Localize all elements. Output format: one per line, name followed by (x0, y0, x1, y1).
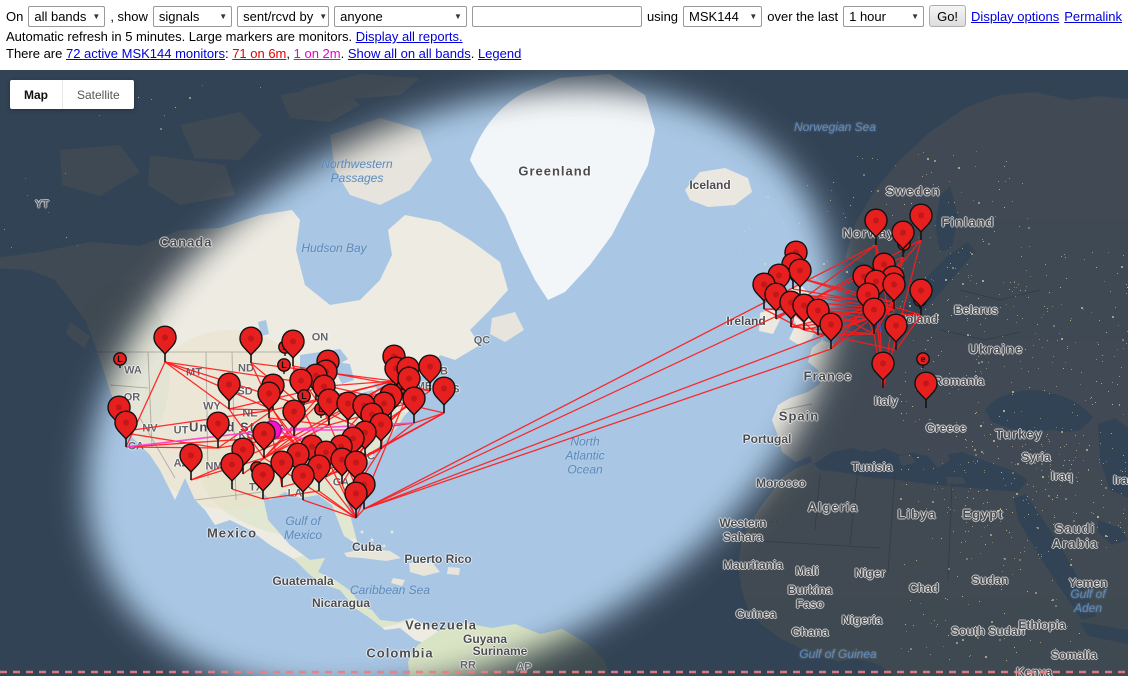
refresh-status-text: Automatic refresh in 5 minutes. Large ma… (6, 29, 356, 44)
period-select[interactable]: 1 hour▼ (843, 6, 924, 27)
over-the-last-label: over the last (767, 9, 838, 24)
svg-text:e: e (920, 354, 925, 364)
permalink-link[interactable]: Permalink (1064, 9, 1122, 24)
chevron-down-icon: ▼ (911, 12, 919, 21)
monitor-marker-6m[interactable] (789, 259, 811, 295)
monitor-marker-6m[interactable] (910, 279, 932, 315)
chevron-down-icon: ▼ (92, 12, 100, 21)
chevron-down-icon: ▼ (749, 12, 757, 21)
callsign-input[interactable] (472, 6, 642, 27)
monitor-marker-6m[interactable] (345, 482, 367, 518)
show-label: , show (110, 9, 148, 24)
monitor-marker-6m[interactable] (271, 451, 293, 487)
monitor-marker-6m[interactable] (820, 313, 842, 349)
band-select[interactable]: all bands▼ (28, 6, 105, 27)
monitor-marker-6m[interactable] (292, 464, 314, 500)
monitor-marker-6m[interactable] (218, 373, 240, 409)
punctuation: . (341, 46, 348, 61)
chevron-down-icon: ▼ (454, 12, 462, 21)
satellite-view-button[interactable]: Satellite (63, 80, 134, 109)
monitor-marker-6m[interactable] (240, 327, 262, 363)
monitor-marker-6m[interactable] (180, 444, 202, 480)
mode-select[interactable]: MSK144▼ (683, 6, 762, 27)
monitor-marker-6m[interactable] (154, 326, 176, 362)
markers-layer: LLeLLeLLLLLee (0, 70, 1128, 676)
monitor-marker-6m[interactable] (872, 352, 894, 388)
monitors-6m-link[interactable]: 71 on 6m (232, 46, 286, 61)
monitor-marker-6m[interactable] (258, 382, 280, 418)
monitor-marker-6m[interactable] (252, 463, 274, 499)
world-map[interactable]: CanadaYTONQCNBMENSNDSDNEKSWAMTORWYNVUTCA… (0, 70, 1128, 676)
monitor-marker-6m[interactable] (892, 221, 914, 257)
monitor-marker-6m[interactable] (221, 453, 243, 489)
map-type-control: Map Satellite (10, 80, 134, 109)
punctuation: , (286, 46, 293, 61)
active-monitors-link[interactable]: 72 active MSK144 monitors (66, 46, 225, 61)
monitor-marker-6m[interactable] (115, 411, 137, 447)
map-view-button[interactable]: Map (10, 80, 63, 109)
monitor-marker-6m[interactable] (885, 314, 907, 350)
monitors-2m-link[interactable]: 1 on 2m (294, 46, 341, 61)
show-mode-select[interactable]: signals▼ (153, 6, 232, 27)
sent-rcvd-select[interactable]: sent/rcvd by▼ (237, 6, 329, 27)
svg-text:L: L (301, 391, 307, 401)
toolbar: On all bands▼ , show signals▼ sent/rcvd … (0, 0, 1128, 70)
svg-text:L: L (117, 354, 123, 364)
legend-link[interactable]: Legend (478, 46, 521, 61)
monitor-marker-6m[interactable] (433, 377, 455, 413)
display-all-reports-link[interactable]: Display all reports. (356, 29, 463, 44)
svg-text:L: L (281, 360, 287, 370)
report-marker[interactable]: L (114, 353, 126, 368)
monitor-marker-6m[interactable] (207, 412, 229, 448)
report-marker[interactable]: L (278, 359, 290, 374)
monitor-marker-6m[interactable] (283, 400, 305, 436)
monitor-marker-6m[interactable] (253, 422, 275, 458)
show-all-bands-link[interactable]: Show all on all bands (348, 46, 471, 61)
monitor-marker-6m[interactable] (865, 209, 887, 245)
monitor-marker-6m[interactable] (318, 389, 340, 425)
monitors-prefix: There are (6, 46, 66, 61)
go-button[interactable]: Go! (929, 5, 966, 27)
display-options-link[interactable]: Display options (971, 9, 1059, 24)
chevron-down-icon: ▼ (319, 12, 327, 21)
punctuation: . (471, 46, 478, 61)
monitor-marker-6m[interactable] (863, 298, 885, 334)
on-label: On (6, 9, 23, 24)
monitor-marker-6m[interactable] (883, 273, 905, 309)
monitor-marker-6m[interactable] (403, 387, 425, 423)
anyone-select[interactable]: anyone▼ (334, 6, 467, 27)
monitor-marker-6m[interactable] (915, 372, 937, 408)
report-marker[interactable]: e (917, 353, 929, 368)
using-label: using (647, 9, 678, 24)
chevron-down-icon: ▼ (219, 12, 227, 21)
